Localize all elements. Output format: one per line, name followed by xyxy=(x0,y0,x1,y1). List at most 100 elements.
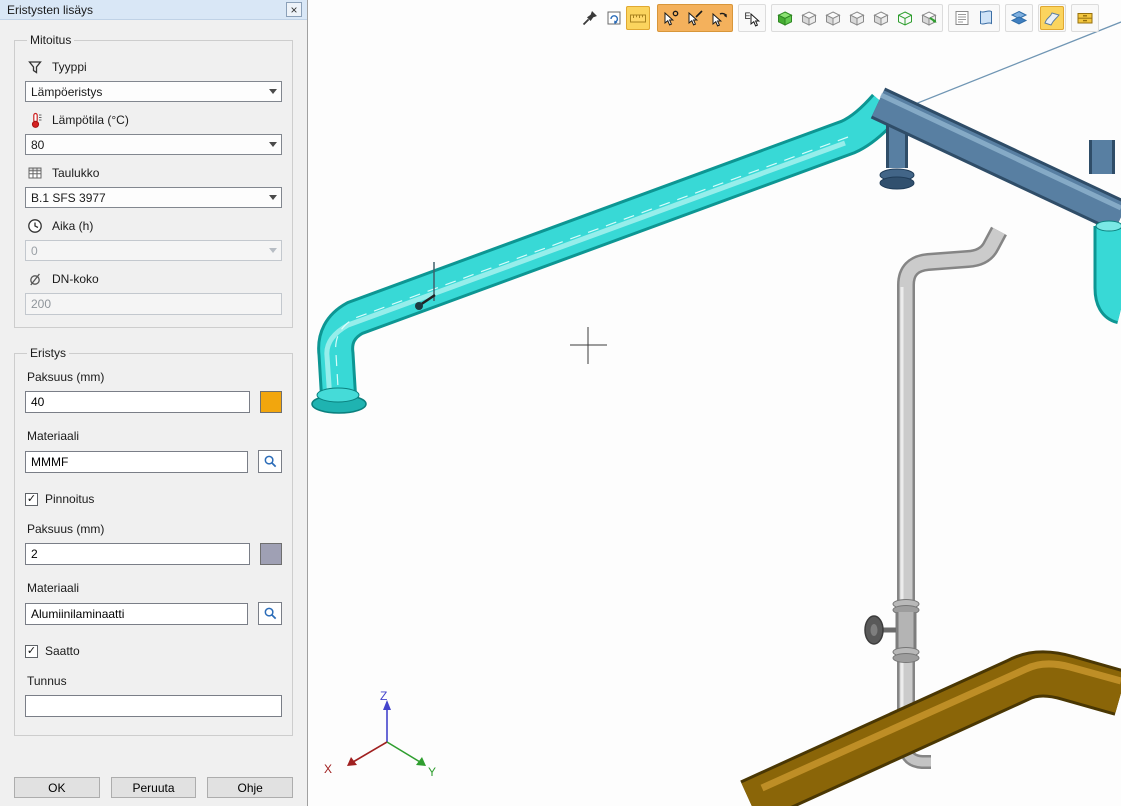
select-element-icon: E xyxy=(743,9,761,27)
ohje-button[interactable]: Ohje xyxy=(207,777,293,798)
materiaali-search-button[interactable] xyxy=(258,450,282,473)
measure-button[interactable] xyxy=(626,6,650,30)
tunnus-input[interactable] xyxy=(25,695,282,717)
lampotila-label: Lämpötila (°C) xyxy=(52,113,129,127)
select-element-button[interactable]: E xyxy=(740,6,764,30)
x-axis-label: X xyxy=(324,762,332,776)
thermometer-icon xyxy=(27,112,43,128)
view-mode-5-icon xyxy=(872,9,890,27)
pipe-brown[interactable] xyxy=(750,664,1121,802)
chevron-down-icon xyxy=(264,241,281,260)
search-icon xyxy=(263,454,278,469)
pinnoitus-checkbox-row[interactable]: ✓ Pinnoitus xyxy=(25,492,282,506)
chevron-down-icon xyxy=(264,135,281,154)
chevron-down-icon xyxy=(264,82,281,101)
valve-small[interactable] xyxy=(415,302,423,310)
view-mode-group xyxy=(771,4,943,32)
saatto-checkbox[interactable]: ✓ xyxy=(25,645,38,658)
paksuus-input[interactable] xyxy=(25,391,250,413)
z-axis-label: Z xyxy=(380,689,387,703)
coating-color-swatch[interactable] xyxy=(260,543,282,565)
aika-value: 0 xyxy=(31,244,38,258)
mitoitus-group: Mitoitus Tyyppi Lämpöeristys Lämpötila (… xyxy=(14,33,293,328)
pinnoitus-materiaali-label: Materiaali xyxy=(27,581,282,595)
snap-rotate-icon xyxy=(710,9,728,27)
view-wireframe-button[interactable] xyxy=(893,6,917,30)
filter-icon xyxy=(27,59,43,75)
snap-axis-button[interactable] xyxy=(683,6,707,30)
surface-tool-icon xyxy=(1043,9,1061,27)
dialog-titlebar[interactable]: Eristysten lisäys × xyxy=(0,0,307,20)
saatto-label: Saatto xyxy=(45,644,80,658)
pinnoitus-materiaali-input[interactable] xyxy=(25,603,248,625)
lampotila-combobox[interactable]: 80 xyxy=(25,134,282,155)
tyyppi-combobox[interactable]: Lämpöeristys xyxy=(25,81,282,102)
materiaali-input[interactable] xyxy=(25,451,248,473)
mitoitus-legend: Mitoitus xyxy=(27,33,74,47)
view-mode-4-icon xyxy=(848,9,866,27)
orbit-view-button[interactable] xyxy=(602,6,626,30)
view-mode-3-icon xyxy=(824,9,842,27)
snap-axis-icon xyxy=(686,9,704,27)
close-icon[interactable]: × xyxy=(286,2,302,17)
pipe-cyan[interactable] xyxy=(312,106,886,413)
y-axis-label: Y xyxy=(428,765,436,779)
tyyppi-value: Lämpöeristys xyxy=(31,85,102,99)
peruuta-button[interactable]: Peruuta xyxy=(111,777,197,798)
snap-angle-button[interactable] xyxy=(659,6,683,30)
dialog-buttons: OK Peruuta Ohje xyxy=(14,777,293,798)
eristys-group: Eristys Paksuus (mm) Materiaali ✓ Pinnoi… xyxy=(14,346,293,736)
dn-label: DN-koko xyxy=(52,272,99,286)
pin-icon xyxy=(581,9,599,27)
taulukko-value: B.1 SFS 3977 xyxy=(31,191,106,205)
pinnoitus-paksuus-label: Paksuus (mm) xyxy=(27,522,282,536)
chevron-down-icon xyxy=(264,188,281,207)
clock-icon xyxy=(27,218,43,234)
pinnoitus-paksuus-input[interactable] xyxy=(25,543,250,565)
taulukko-label: Taulukko xyxy=(52,166,99,180)
pipe-cyan-right[interactable] xyxy=(1096,221,1121,309)
view-solid-button[interactable] xyxy=(773,6,797,30)
orbit-view-icon xyxy=(605,9,623,27)
view-wireframe-icon xyxy=(896,9,914,27)
surface-tool-button[interactable] xyxy=(1040,6,1064,30)
insulation-library-button[interactable] xyxy=(1073,6,1097,30)
dn-input xyxy=(25,293,282,315)
taulukko-combobox[interactable]: B.1 SFS 3977 xyxy=(25,187,282,208)
saatto-checkbox-row[interactable]: ✓ Saatto xyxy=(25,644,282,658)
snap-rotate-button[interactable] xyxy=(707,6,731,30)
tyyppi-label: Tyyppi xyxy=(52,60,87,74)
drawing-scroll-icon xyxy=(977,9,995,27)
surface-group xyxy=(1038,4,1066,32)
aika-label: Aika (h) xyxy=(52,219,93,233)
insulation-color-swatch[interactable] xyxy=(260,391,282,413)
drawing-scroll-button[interactable] xyxy=(974,6,998,30)
view-mode-3-button[interactable] xyxy=(821,6,845,30)
library-group xyxy=(1071,4,1099,32)
eristys-legend: Eristys xyxy=(27,346,69,360)
tunnus-label: Tunnus xyxy=(27,674,282,688)
document-group xyxy=(948,4,1000,32)
view-mode-4-button[interactable] xyxy=(845,6,869,30)
part-list-button[interactable] xyxy=(950,6,974,30)
application-window: Z X Y E xyxy=(0,0,1121,806)
ok-button[interactable]: OK xyxy=(14,777,100,798)
pinnoitus-checkbox[interactable]: ✓ xyxy=(25,493,38,506)
table-icon xyxy=(27,165,43,181)
dialog-title: Eristysten lisäys xyxy=(7,3,286,17)
search-icon xyxy=(263,606,278,621)
view-mode-5-button[interactable] xyxy=(869,6,893,30)
pipe-steel[interactable] xyxy=(878,95,1121,217)
materiaali-label: Materiaali xyxy=(27,429,282,443)
pin-button[interactable] xyxy=(578,6,602,30)
view-isolate-button[interactable] xyxy=(917,6,941,30)
pinnoitus-label: Pinnoitus xyxy=(45,492,94,506)
viewport-toolbar: E xyxy=(576,4,1099,32)
x-axis-arrow xyxy=(347,757,357,766)
view-mode-2-button[interactable] xyxy=(797,6,821,30)
crosshair-cursor xyxy=(570,327,607,364)
view-solid-icon xyxy=(776,9,794,27)
view-isolate-icon xyxy=(920,9,938,27)
pinnoitus-materiaali-search-button[interactable] xyxy=(258,602,282,625)
layers-button[interactable] xyxy=(1007,6,1031,30)
